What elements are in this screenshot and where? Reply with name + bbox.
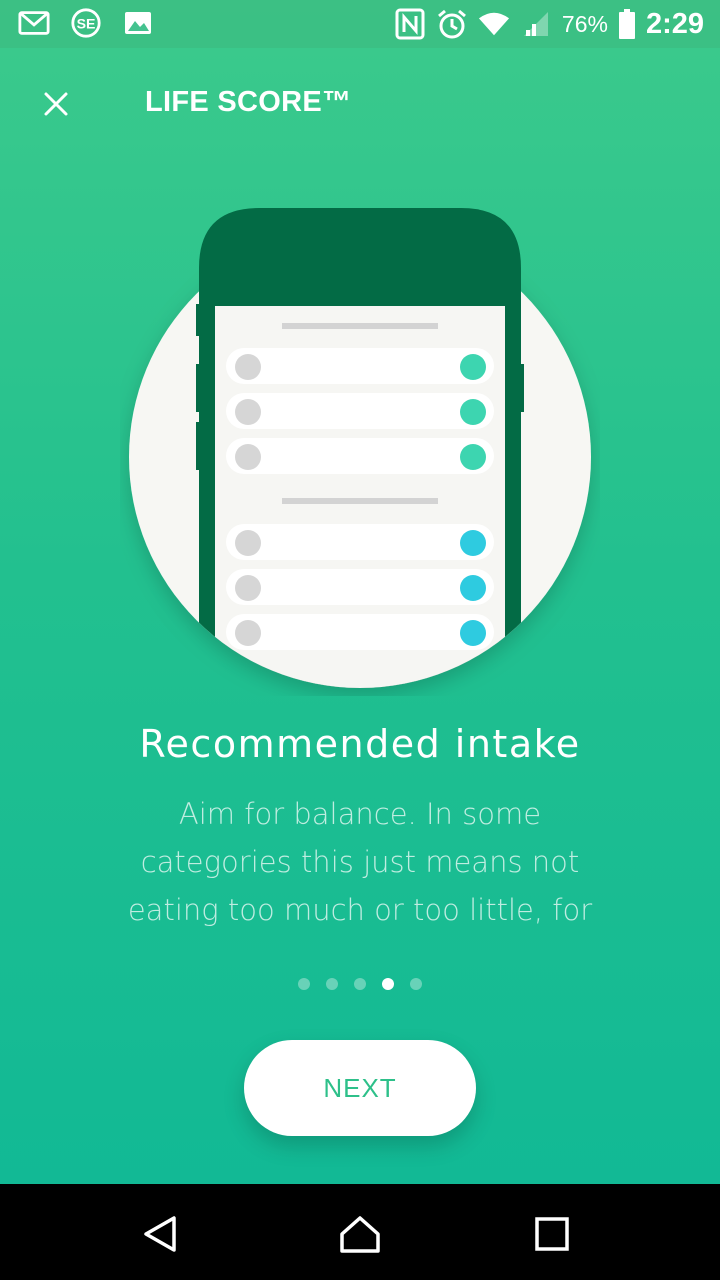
intake-row bbox=[226, 524, 494, 560]
home-button[interactable] bbox=[338, 1212, 382, 1256]
navigation-bar bbox=[0, 1184, 720, 1280]
signal-icon bbox=[520, 9, 552, 39]
page-dot-active[interactable] bbox=[382, 978, 394, 990]
phone-illustration bbox=[120, 196, 600, 696]
se-app-icon: SE bbox=[70, 8, 102, 38]
page-dot[interactable] bbox=[410, 978, 422, 990]
recents-square-icon bbox=[535, 1217, 569, 1251]
page-dot[interactable] bbox=[298, 978, 310, 990]
close-button[interactable] bbox=[36, 84, 76, 124]
close-icon bbox=[44, 92, 68, 116]
image-icon bbox=[122, 8, 154, 38]
recents-button[interactable] bbox=[530, 1212, 574, 1256]
gmail-icon bbox=[18, 8, 50, 38]
page-title: LIFE SCORE™ bbox=[145, 86, 352, 118]
slide-title: Recommended intake bbox=[139, 722, 581, 766]
page-indicator bbox=[0, 978, 720, 990]
system-status: 76% 2:29 bbox=[394, 6, 704, 42]
nfc-icon bbox=[394, 8, 426, 40]
slide-description: Aim for balance. In some categories this… bbox=[127, 797, 593, 927]
status-bar: SE 76% 2:29 bbox=[0, 0, 720, 48]
battery-percent: 76% bbox=[561, 10, 608, 37]
battery-icon bbox=[618, 9, 636, 39]
page-dot[interactable] bbox=[354, 978, 366, 990]
intake-row bbox=[226, 438, 494, 474]
next-button[interactable]: NEXT bbox=[244, 1040, 476, 1136]
svg-text:SE: SE bbox=[77, 16, 96, 32]
wifi-icon bbox=[478, 9, 510, 39]
intake-row bbox=[226, 614, 494, 650]
intake-row bbox=[226, 348, 494, 384]
notification-icons: SE bbox=[18, 8, 154, 38]
intake-row bbox=[226, 569, 494, 605]
home-icon bbox=[340, 1216, 380, 1253]
onboarding-screen: SE 76% 2:29 LIFE SCORE™ Recommended inta… bbox=[0, 0, 720, 1280]
intake-row bbox=[226, 393, 494, 429]
back-triangle-icon bbox=[144, 1216, 176, 1252]
page-dot[interactable] bbox=[326, 978, 338, 990]
back-button[interactable] bbox=[138, 1212, 182, 1256]
alarm-icon bbox=[436, 9, 468, 39]
clock: 2:29 bbox=[645, 7, 704, 40]
